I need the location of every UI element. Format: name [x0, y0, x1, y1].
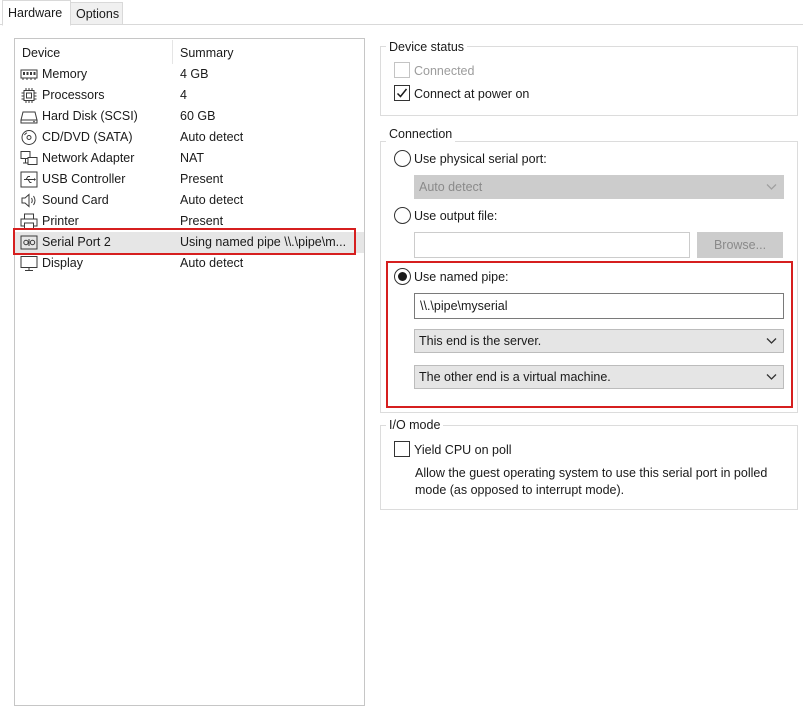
device-summary: 60 GB	[180, 109, 216, 123]
display-icon	[20, 255, 38, 272]
column-header-device[interactable]: Device	[22, 44, 60, 62]
chevron-down-icon	[766, 184, 777, 190]
device-row-processors[interactable]: Processors 4	[15, 85, 364, 106]
physical-serial-port-label: Use physical serial port:	[414, 152, 547, 166]
tab-hardware[interactable]: Hardware	[2, 0, 71, 26]
connect-at-power-on-label: Connect at power on	[414, 87, 530, 101]
browse-button[interactable]: Browse...	[697, 232, 783, 258]
device-name: Sound Card	[42, 193, 109, 207]
io-mode-title: I/O mode	[386, 417, 444, 433]
column-header-summary[interactable]: Summary	[180, 44, 233, 62]
device-summary: Auto detect	[180, 130, 244, 144]
device-name: Processors	[42, 88, 105, 102]
output-file-radio[interactable]	[394, 207, 411, 224]
column-separator[interactable]	[172, 40, 173, 64]
yield-cpu-checkbox[interactable]	[394, 441, 410, 457]
physical-port-select[interactable]: Auto detect	[414, 175, 784, 199]
device-row-network-adapter[interactable]: Network Adapter NAT	[15, 148, 364, 169]
connection-title: Connection	[386, 126, 456, 142]
checkmark-icon	[396, 88, 408, 98]
output-file-label: Use output file:	[414, 209, 498, 223]
memory-icon	[20, 66, 38, 83]
device-row-hard-disk[interactable]: Hard Disk (SCSI) 60 GB	[15, 106, 364, 127]
device-row-usb-controller[interactable]: USB Controller Present	[15, 169, 364, 190]
device-name: Printer	[42, 214, 79, 228]
network-adapter-icon	[20, 150, 38, 167]
usb-icon	[20, 171, 38, 188]
physical-serial-port-radio[interactable]	[394, 150, 411, 167]
device-summary: Auto detect	[180, 193, 244, 207]
device-summary: 4	[180, 88, 187, 102]
device-row-memory[interactable]: Memory 4 GB	[15, 64, 364, 85]
hard-disk-icon	[20, 108, 38, 125]
tab-options[interactable]: Options	[70, 2, 123, 25]
device-row-display[interactable]: Display Auto detect	[15, 253, 364, 274]
tab-hardware-label: Hardware	[8, 6, 63, 20]
yield-cpu-label: Yield CPU on poll	[414, 443, 512, 457]
device-status-title: Device status	[386, 39, 468, 55]
device-summary: Present	[180, 214, 224, 228]
output-file-input[interactable]	[414, 232, 690, 258]
physical-port-value: Auto detect	[419, 180, 483, 194]
io-mode-description: Allow the guest operating system to use …	[415, 466, 768, 497]
device-name: Network Adapter	[42, 151, 135, 165]
device-row-cd-dvd[interactable]: CD/DVD (SATA) Auto detect	[15, 127, 364, 148]
device-name: CD/DVD (SATA)	[42, 130, 133, 144]
tab-options-label: Options	[76, 7, 120, 21]
device-name: Hard Disk (SCSI)	[42, 109, 138, 123]
connected-label: Connected	[414, 64, 475, 78]
device-name: USB Controller	[42, 172, 126, 186]
processor-icon	[20, 87, 38, 104]
cd-dvd-icon	[20, 129, 38, 146]
connect-at-power-on-checkbox[interactable]	[394, 85, 410, 101]
device-summary: Present	[180, 172, 224, 186]
named-pipe-highlight	[386, 261, 793, 408]
device-row-sound-card[interactable]: Sound Card Auto detect	[15, 190, 364, 211]
browse-button-label: Browse...	[713, 238, 767, 252]
connected-checkbox[interactable]	[394, 62, 410, 78]
device-status-group	[380, 46, 798, 116]
device-name: Display	[42, 256, 83, 270]
device-summary: NAT	[180, 151, 205, 165]
speaker-icon	[20, 192, 38, 209]
device-summary: Auto detect	[180, 256, 244, 270]
device-summary: 4 GB	[180, 67, 209, 81]
device-name: Memory	[42, 67, 88, 81]
selected-device-highlight	[13, 228, 356, 255]
